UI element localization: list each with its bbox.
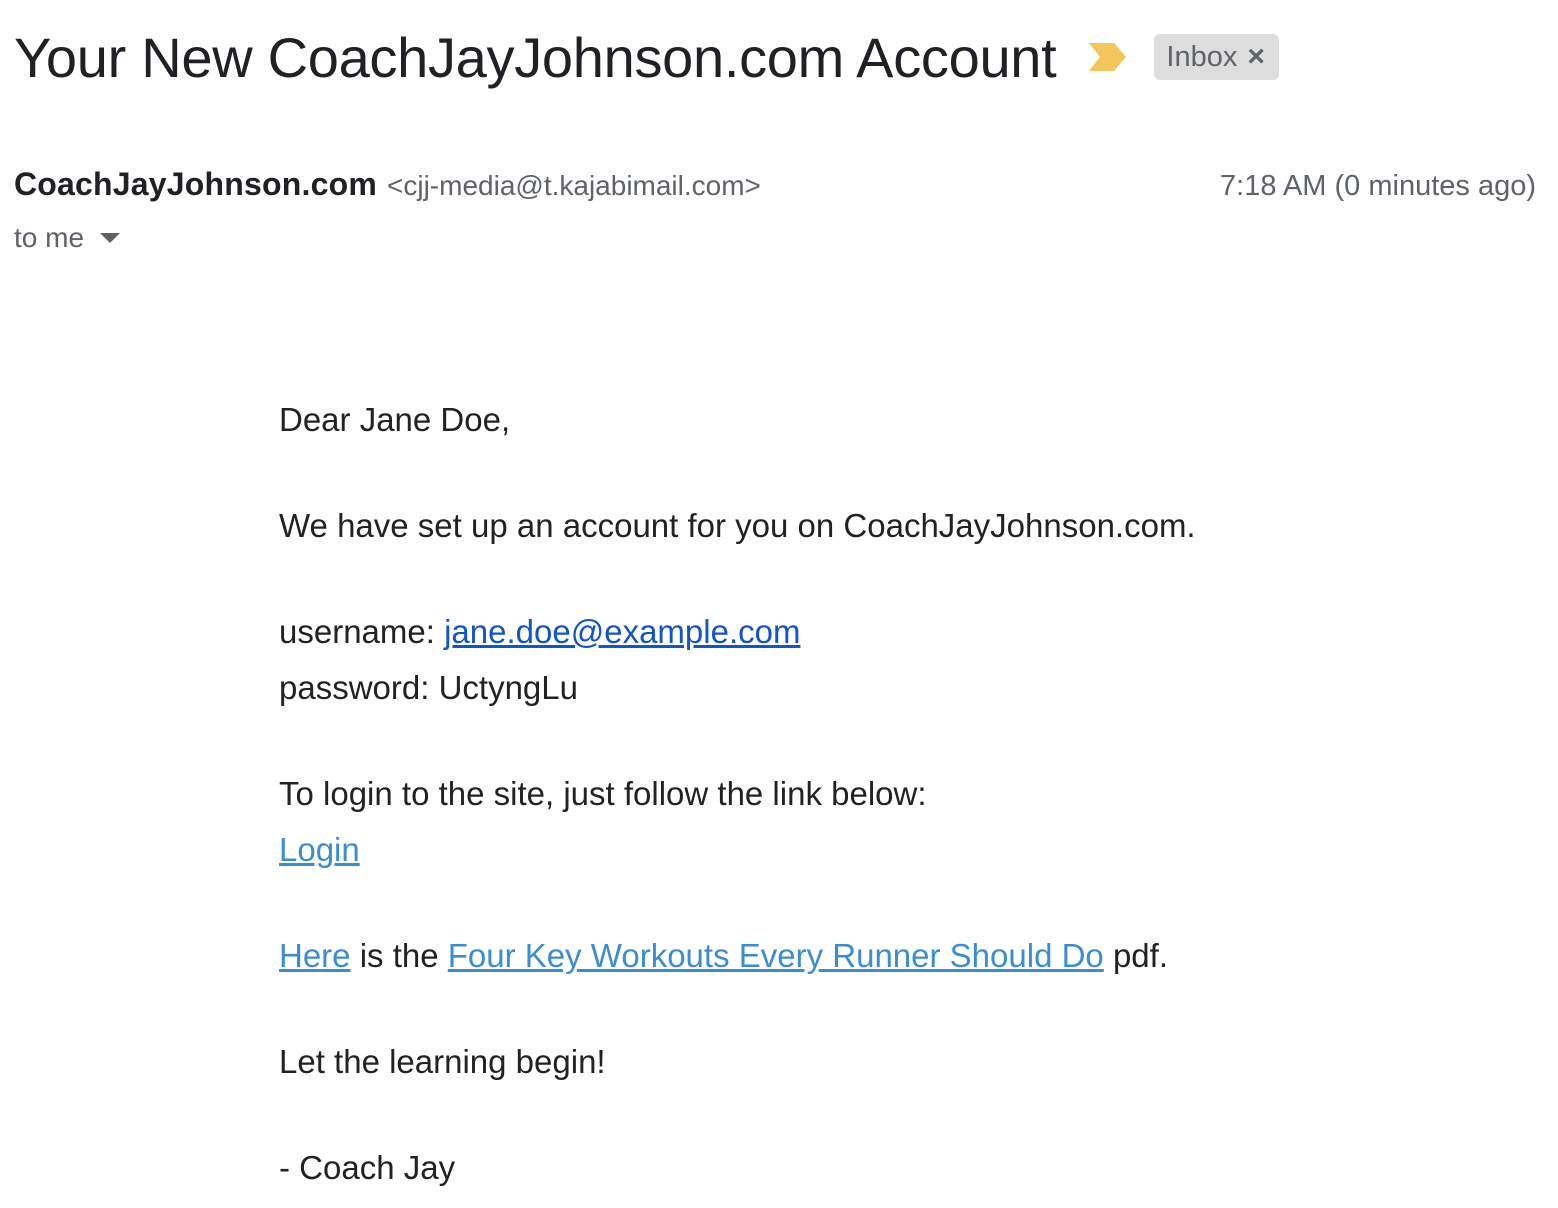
login-link[interactable]: Login	[279, 831, 360, 868]
password-value: UctyngLu	[438, 669, 578, 706]
username-label: username:	[279, 613, 445, 650]
signature: - Coach Jay	[279, 1149, 456, 1186]
login-instruction: To login to the site, just follow the li…	[279, 775, 927, 812]
email-body: Dear Jane Doe, We have set up an account…	[279, 392, 1479, 1196]
closing-text: Let the learning begin!	[279, 1043, 606, 1080]
email-subject: Your New CoachJayJohnson.com Account	[14, 25, 1057, 89]
email-header: Your New CoachJayJohnson.com Account Inb…	[14, 22, 1279, 92]
username-email-link[interactable]: jane.doe@example.com	[444, 613, 800, 650]
pdf-here-link[interactable]: Here	[279, 937, 351, 974]
email-timestamp: 7:18 AM (0 minutes ago)	[1220, 170, 1536, 202]
username-line: username: jane.doe@example.com	[279, 604, 1479, 660]
sender-name[interactable]: CoachJayJohnson.com	[14, 166, 377, 203]
inbox-label-chip[interactable]: Inbox ×	[1154, 34, 1279, 80]
intro-text: We have set up an account for you on Coa…	[279, 507, 1196, 544]
pdf-title-link[interactable]: Four Key Workouts Every Runner Should Do	[448, 937, 1104, 974]
sender-email: <cjj-media@t.kajabimail.com>	[387, 170, 761, 201]
login-line: Login	[279, 822, 1479, 878]
chevron-down-icon[interactable]	[100, 233, 121, 243]
password-line: password: UctyngLu	[279, 660, 1479, 716]
password-label: password:	[279, 669, 439, 706]
sender-row: CoachJayJohnson.com <cjj-media@t.kajabim…	[14, 166, 1536, 210]
pdf-middle-text: is the	[350, 937, 448, 974]
importance-marker-icon[interactable]	[1086, 40, 1130, 74]
inbox-label-text: Inbox	[1166, 40, 1238, 73]
pdf-suffix: pdf.	[1103, 937, 1168, 974]
recipient-row: to me	[14, 218, 121, 258]
greeting: Dear Jane Doe,	[279, 401, 511, 438]
pdf-line: Here is the Four Key Workouts Every Runn…	[279, 928, 1479, 984]
recipient-label: to me	[14, 222, 85, 253]
close-icon[interactable]: ×	[1247, 42, 1265, 72]
